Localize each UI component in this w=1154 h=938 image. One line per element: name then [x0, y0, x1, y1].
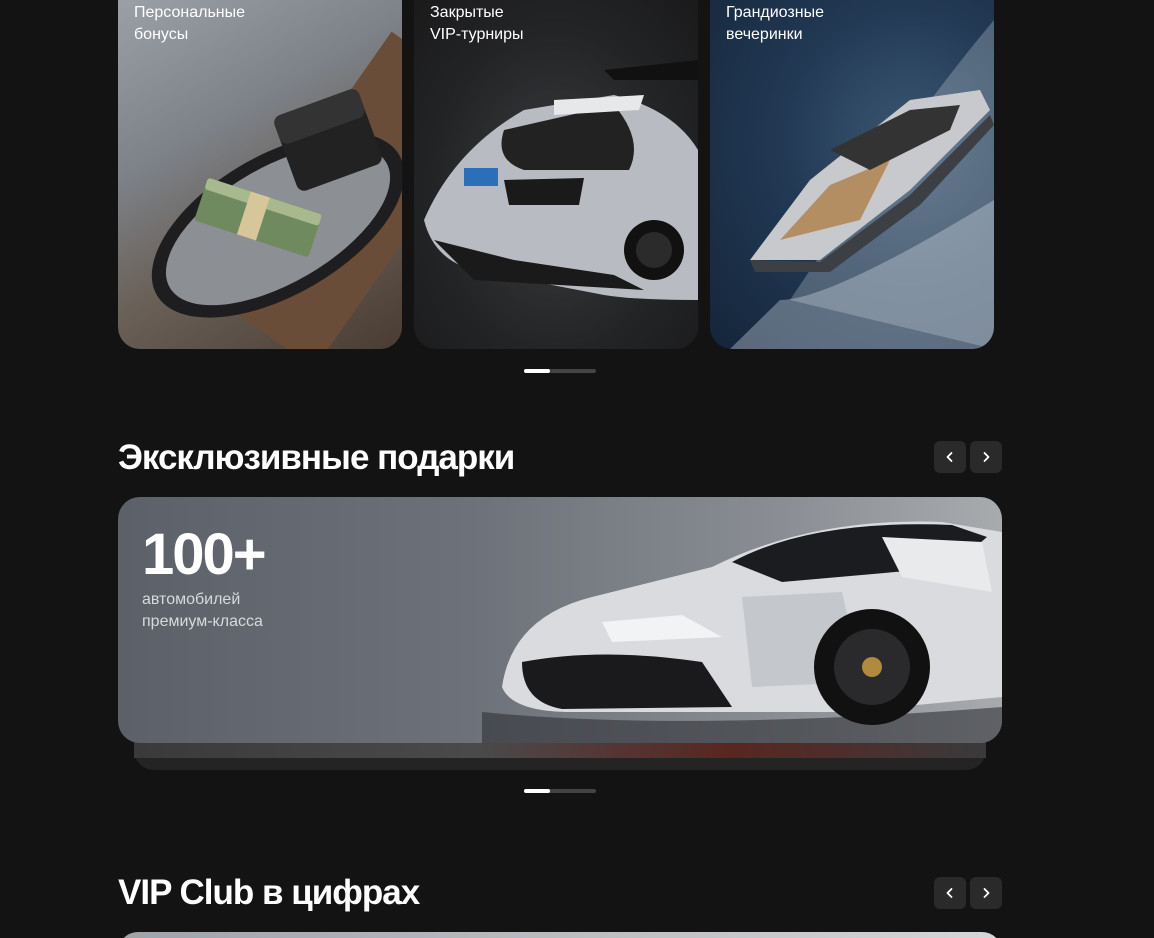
chevron-left-icon	[946, 452, 953, 462]
chevron-left-icon	[946, 888, 953, 898]
pagination-active-indicator	[524, 369, 550, 373]
bonus-tray-illustration	[151, 31, 402, 349]
yacht-illustration	[730, 20, 994, 349]
pagination-active-indicator	[524, 789, 550, 793]
race-car-illustration	[424, 60, 698, 300]
card-vip-tournaments[interactable]: Закрытые VIP-турниры	[414, 0, 698, 349]
card-label: Персональные бонусы	[134, 4, 246, 43]
privileges-carousel: Персональные бонусы Закрытые VIP-турниры…	[118, 0, 1002, 349]
gifts-carousel-nav	[934, 441, 1002, 473]
chevron-right-icon	[983, 888, 990, 898]
stats-carousel-nav	[934, 877, 1002, 909]
card-label: Грандиозные вечеринки	[726, 4, 824, 43]
card-label: Закрытые VIP-турниры	[430, 4, 524, 43]
next-button[interactable]	[970, 441, 1002, 473]
section-title-stats: VIP Club в цифрах	[118, 873, 420, 912]
prev-button[interactable]	[934, 441, 966, 473]
card-grand-parties[interactable]: Грандиозные вечеринки	[710, 0, 994, 349]
prev-button[interactable]	[934, 877, 966, 909]
supercar-illustration	[482, 521, 1002, 743]
stats-card	[118, 932, 1002, 938]
card-personal-bonuses[interactable]: Персональные бонусы	[118, 0, 402, 349]
gift-number: 100+	[142, 522, 267, 587]
gift-caption: автомобилей премиум-класса	[142, 591, 263, 630]
gift-banner-cars[interactable]: 100+ автомобилей премиум-класса	[118, 497, 1002, 743]
gifts-pagination[interactable]	[524, 789, 596, 793]
next-button[interactable]	[970, 877, 1002, 909]
section-title-gifts: Эксклюзивные подарки	[118, 438, 515, 477]
cards-pagination[interactable]	[524, 369, 596, 373]
chevron-right-icon	[983, 452, 990, 462]
